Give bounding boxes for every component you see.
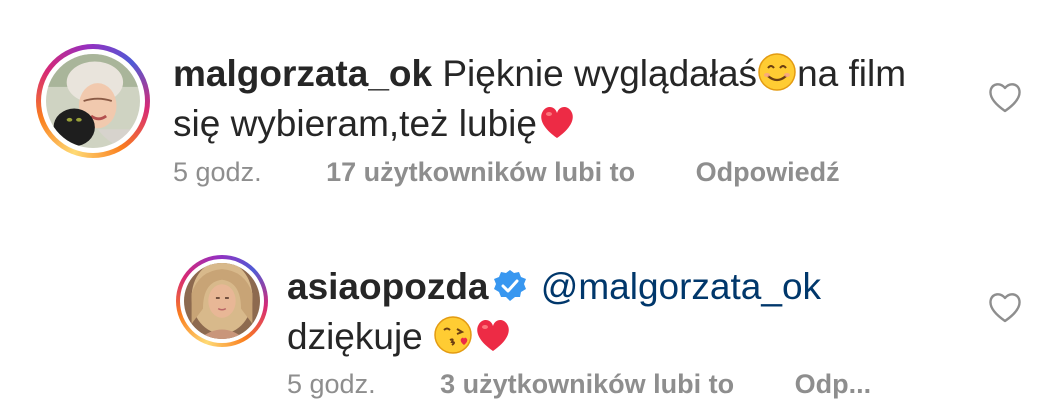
comment-meta: 5 godz. 3 użytkowników lubi to Odp... [287,369,871,400]
likes-count-link[interactable]: 3 użytkowników lubi to [440,369,734,400]
comment-username[interactable]: malgorzata_ok [173,53,432,94]
like-heart-icon[interactable] [987,80,1023,114]
mention-link[interactable]: @malgorzata_ok [541,266,821,307]
comment-time: 5 godz. [287,369,376,399]
red-heart-emoji-icon [541,107,573,138]
face-blowing-kiss-emoji-icon [434,316,472,354]
comment-body: dziękuje [287,316,423,357]
comment-body: Pięknie wyglądałaś [442,53,758,94]
avatar [46,54,140,148]
comment-username[interactable]: asiaopozda [287,266,489,307]
comment: malgorzata_ok Pięknie wyglądałaś na film… [0,0,1052,210]
likes-count-link[interactable]: 17 użytkowników lubi to [326,157,635,188]
comment-time: 5 godz. [173,157,262,187]
verified-badge-icon [493,270,526,301]
like-heart-icon[interactable] [987,290,1023,324]
avatar [184,263,260,339]
smiling-face-emoji-icon [758,53,796,91]
avatar-story-ring[interactable] [36,44,150,158]
comment-meta: 5 godz. 17 użytkowników lubi to Odpowied… [173,157,840,188]
avatar-story-ring[interactable] [176,255,268,347]
red-heart-emoji-icon [477,320,509,351]
comment-text: malgorzata_ok Pięknie wyglądałaś na film… [173,49,963,149]
reply-button[interactable]: Odpowiedź [696,157,840,188]
comment-text: asiaopozda @malgorzata_ok dziękuje [287,262,937,362]
reply-comment: asiaopozda @malgorzata_ok dziękuje 5 god… [0,250,1052,416]
reply-button[interactable]: Odp... [795,369,872,400]
